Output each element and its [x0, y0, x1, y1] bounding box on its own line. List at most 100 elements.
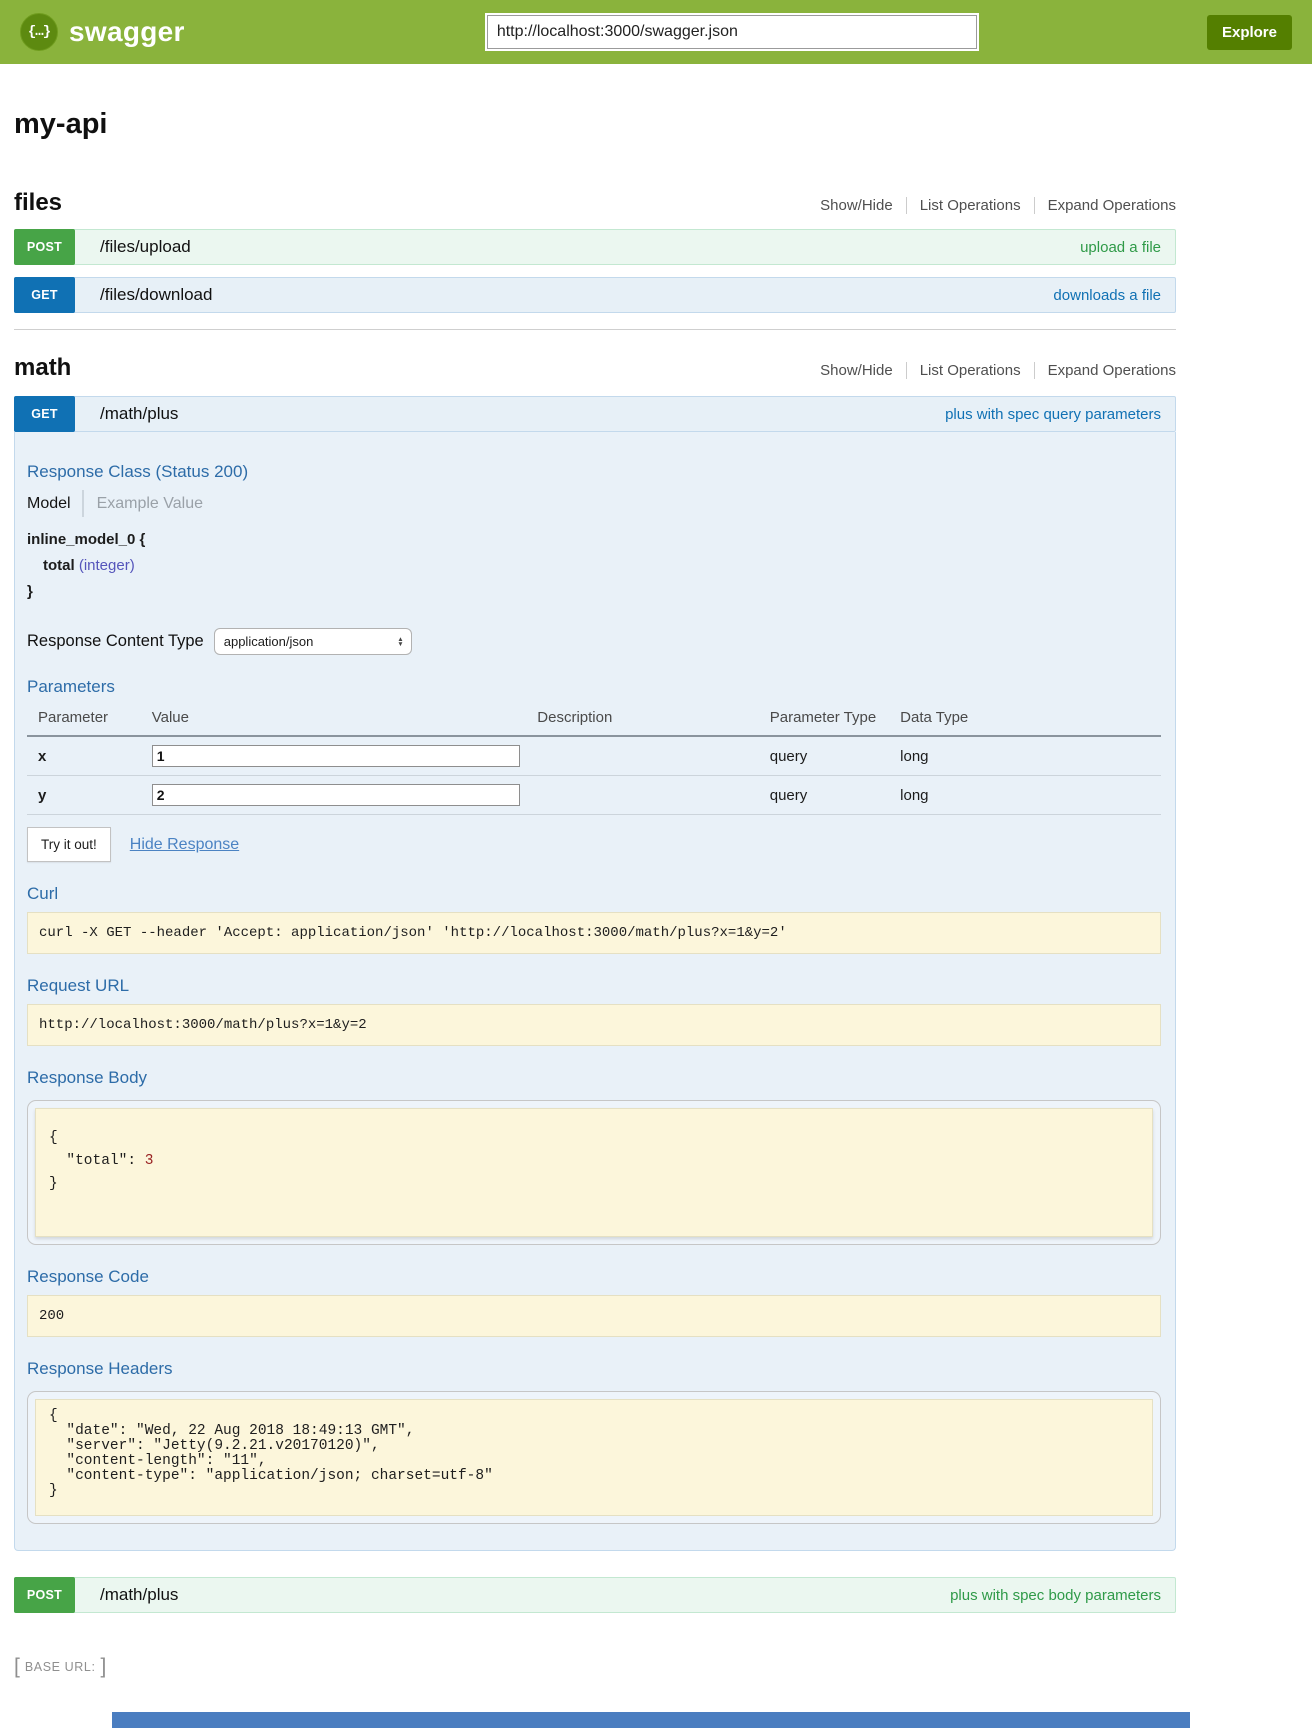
math-section-header: math Show/Hide List Operations Expand Op…: [14, 354, 1176, 382]
operation-row-files-download[interactable]: GET /files/download downloads a file: [14, 277, 1176, 313]
parameter-description: [537, 776, 769, 815]
parameter-row-x: x query long: [27, 736, 1161, 776]
show-hide-link[interactable]: Show/Hide: [820, 197, 893, 214]
expand-operations-link[interactable]: Expand Operations: [1048, 362, 1176, 379]
response-headers-heading: Response Headers: [27, 1359, 1161, 1379]
col-data-type: Data Type: [900, 705, 1161, 736]
curl-heading: Curl: [27, 884, 1161, 904]
curl-command-box: curl -X GET --header 'Accept: applicatio…: [27, 912, 1161, 954]
response-content-type-select[interactable]: application/json ▲▼: [214, 628, 412, 655]
files-section-controls: Show/Hide List Operations Expand Operati…: [820, 197, 1176, 214]
request-url-box: http://localhost:3000/math/plus?x=1&y=2: [27, 1004, 1161, 1046]
response-headers-box: { "date": "Wed, 22 Aug 2018 18:49:13 GMT…: [35, 1399, 1153, 1516]
swagger-braces-icon: {…}: [20, 13, 58, 51]
try-it-out-button[interactable]: Try it out!: [27, 827, 111, 862]
try-it-row: Try it out! Hide Response: [27, 827, 1161, 862]
json-number-value: 3: [145, 1153, 154, 1169]
files-section-header: files Show/Hide List Operations Expand O…: [14, 189, 1176, 217]
operation-expanded-panel: Response Class (Status 200) Model Exampl…: [14, 432, 1176, 1551]
col-parameter-type: Parameter Type: [770, 705, 900, 736]
col-description: Description: [537, 705, 769, 736]
json-close-brace: }: [49, 1173, 1139, 1196]
json-key: "total":: [49, 1153, 145, 1169]
bracket-open: [: [14, 1655, 20, 1679]
model-signature: inline_model_0 { total (integer) }: [27, 531, 1161, 600]
parameter-type: query: [770, 736, 900, 776]
response-body-wrapper: { "total": 3}: [27, 1100, 1161, 1245]
content-wrap: my-api files Show/Hide List Operations E…: [14, 108, 1176, 1679]
response-content-type-row: Response Content Type application/json ▲…: [27, 628, 1161, 655]
expand-operations-link[interactable]: Expand Operations: [1048, 197, 1176, 214]
hide-response-link[interactable]: Hide Response: [130, 836, 239, 854]
divider: [1034, 362, 1035, 379]
property-type: (integer): [79, 557, 135, 574]
page-title: my-api: [14, 108, 1176, 141]
operation-summary[interactable]: upload a file: [1080, 239, 1161, 256]
base-url-footer: [ BASE URL: ]: [14, 1655, 1176, 1679]
tab-example-value[interactable]: Example Value: [97, 495, 203, 513]
operation-summary[interactable]: plus with spec body parameters: [950, 1587, 1161, 1604]
parameter-name: x: [27, 736, 152, 776]
parameter-data-type: long: [900, 736, 1161, 776]
divider: [906, 197, 907, 214]
list-operations-link[interactable]: List Operations: [920, 362, 1021, 379]
select-arrows-icon: ▲▼: [397, 637, 403, 647]
parameter-type: query: [770, 776, 900, 815]
brand-title: swagger: [69, 16, 185, 48]
bottom-blue-bar: [112, 1712, 1190, 1728]
response-body-box: { "total": 3}: [35, 1108, 1153, 1237]
post-method-badge: POST: [14, 1577, 75, 1613]
operation-summary[interactable]: plus with spec query parameters: [945, 406, 1161, 423]
model-open-line: inline_model_0 {: [27, 531, 1161, 548]
divider: [906, 362, 907, 379]
bracket-close: ]: [101, 1655, 107, 1679]
url-zone: [185, 15, 1207, 49]
json-total-line: "total": 3: [49, 1150, 1139, 1173]
header-bar: {…} swagger Explore: [0, 0, 1312, 64]
tab-model[interactable]: Model: [27, 495, 71, 513]
parameters-header-row: Parameter Value Description Parameter Ty…: [27, 705, 1161, 736]
section-divider: [14, 329, 1176, 330]
response-content-type-label: Response Content Type: [27, 632, 204, 651]
post-method-badge: POST: [14, 229, 75, 265]
get-method-badge: GET: [14, 396, 75, 432]
model-tabs: Model Example Value: [27, 490, 1161, 517]
response-headers-wrapper: { "date": "Wed, 22 Aug 2018 18:49:13 GMT…: [27, 1391, 1161, 1524]
request-url-heading: Request URL: [27, 976, 1161, 996]
divider: [82, 490, 84, 517]
parameters-heading: Parameters: [27, 677, 1161, 697]
response-body-heading: Response Body: [27, 1068, 1161, 1088]
math-section-title: math: [14, 354, 71, 382]
operation-row-math-plus-post[interactable]: POST /math/plus plus with spec body para…: [14, 1577, 1176, 1613]
col-parameter: Parameter: [27, 705, 152, 736]
operation-path[interactable]: /math/plus: [100, 404, 178, 424]
operation-path[interactable]: /files/upload: [100, 237, 191, 257]
operation-summary[interactable]: downloads a file: [1053, 287, 1161, 304]
base-url-label: BASE URL:: [25, 1660, 96, 1674]
operation-row-files-upload[interactable]: POST /files/upload upload a file: [14, 229, 1176, 265]
parameter-value-input-x[interactable]: [152, 745, 520, 767]
operation-path[interactable]: /files/download: [100, 285, 212, 305]
parameters-table: Parameter Value Description Parameter Ty…: [27, 705, 1161, 815]
col-value: Value: [152, 705, 538, 736]
explore-button[interactable]: Explore: [1207, 15, 1292, 50]
divider: [1034, 197, 1035, 214]
swagger-logo[interactable]: {…} swagger: [20, 13, 185, 51]
response-code-heading: Response Code: [27, 1267, 1161, 1287]
math-section-controls: Show/Hide List Operations Expand Operati…: [820, 362, 1176, 379]
parameter-value-input-y[interactable]: [152, 784, 520, 806]
response-class-heading: Response Class (Status 200): [27, 462, 1161, 482]
json-open-brace: {: [49, 1127, 1139, 1150]
operation-path[interactable]: /math/plus: [100, 1585, 178, 1605]
parameter-name: y: [27, 776, 152, 815]
model-close-line: }: [27, 583, 1161, 600]
files-section-title: files: [14, 189, 62, 217]
operation-row-math-plus-get[interactable]: GET /math/plus plus with spec query para…: [14, 396, 1176, 432]
swagger-url-input[interactable]: [487, 15, 977, 49]
parameter-description: [537, 736, 769, 776]
selected-option: application/json: [224, 634, 314, 649]
list-operations-link[interactable]: List Operations: [920, 197, 1021, 214]
show-hide-link[interactable]: Show/Hide: [820, 362, 893, 379]
parameter-data-type: long: [900, 776, 1161, 815]
get-method-badge: GET: [14, 277, 75, 313]
